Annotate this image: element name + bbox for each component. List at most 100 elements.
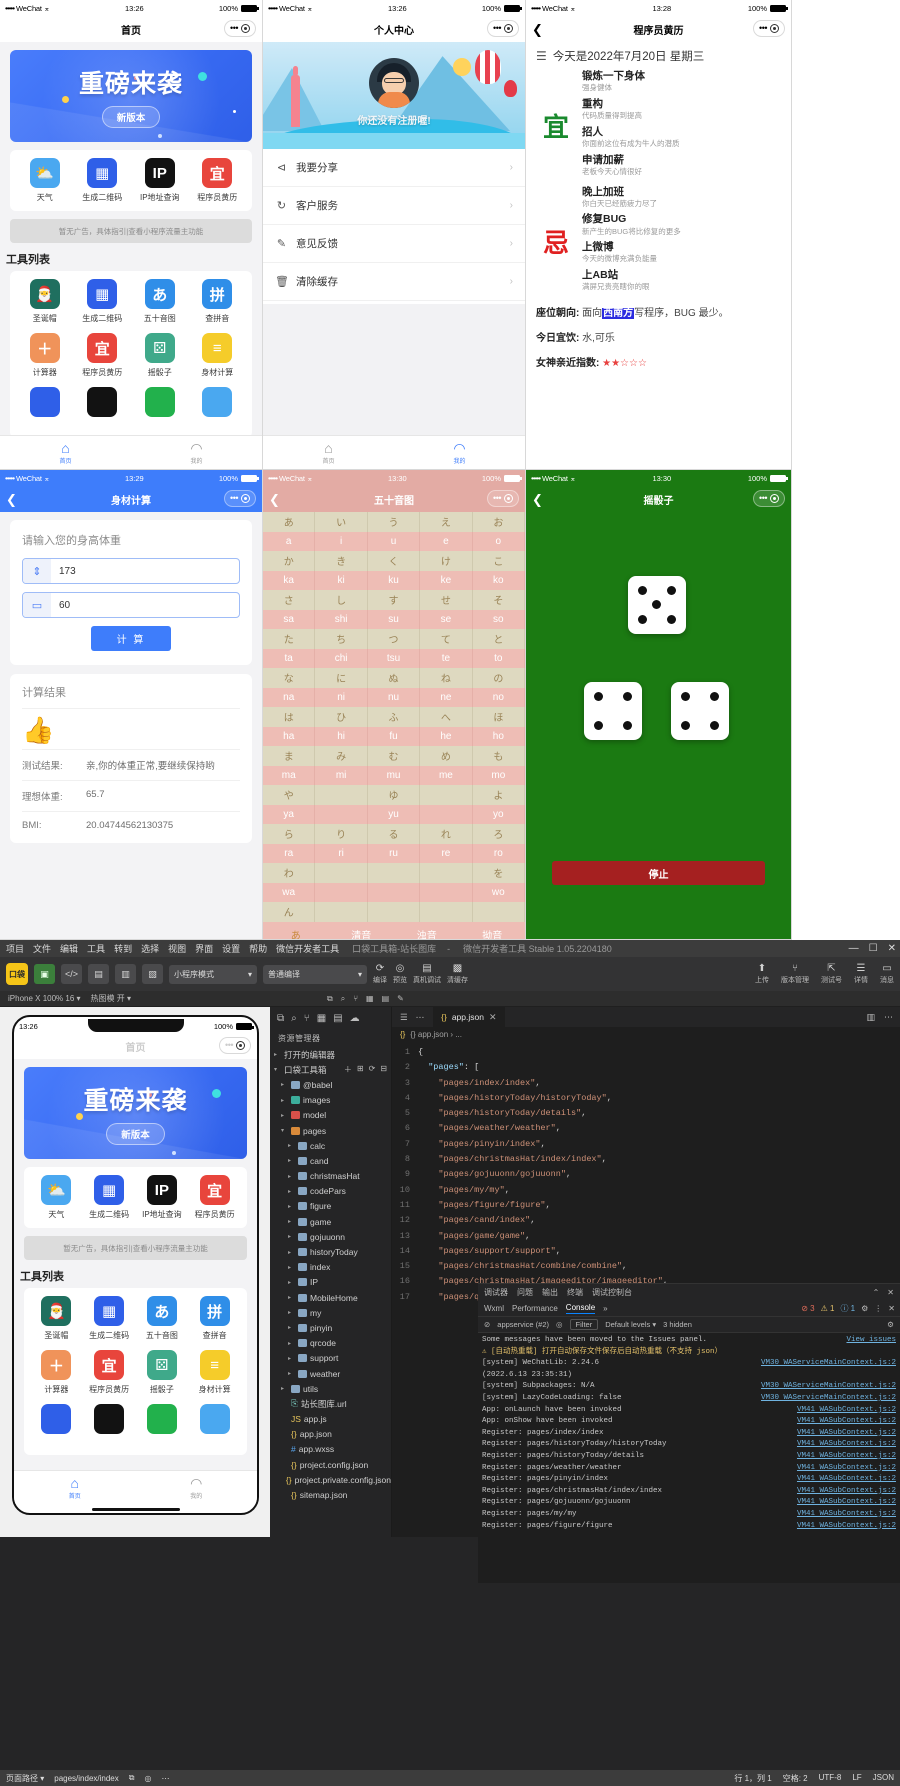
debugger-toggle-button[interactable]: ▤ [88, 964, 109, 984]
kana-cell[interactable]: わ [263, 863, 315, 883]
romaji-cell[interactable]: su [368, 610, 420, 630]
device-select[interactable]: iPhone X 100% 16 ▾ [8, 994, 81, 1003]
kana-cell[interactable]: ち [315, 629, 367, 649]
context-select[interactable]: appservice (#2) [497, 1320, 549, 1329]
romaji-cell[interactable]: ho [473, 727, 525, 747]
layout-icon[interactable]: ▤ [333, 1013, 342, 1024]
console-message[interactable]: Register: pages/my/myVM41 WASubContext.j… [482, 1509, 896, 1521]
chevron-right-icon[interactable]: › [510, 200, 513, 211]
qrcode-icon[interactable]: ▦ [94, 1175, 124, 1205]
kana-cell[interactable]: な [263, 668, 315, 688]
tool-item[interactable] [136, 1404, 189, 1447]
console-message[interactable]: App: onLaunch have been invokedVM41 WASu… [482, 1405, 896, 1417]
tool-item[interactable]: ⛅天气 [16, 158, 74, 203]
console-source-link[interactable]: VM41 WASubContext.js:2 [797, 1474, 896, 1486]
kana-cell[interactable]: り [315, 824, 367, 844]
kana-cell[interactable]: け [420, 551, 472, 571]
code-line[interactable]: "pages/figure/figure", [418, 1198, 900, 1213]
tree-item[interactable]: ▸calc [270, 1138, 391, 1153]
menu-界面[interactable]: 界面 [195, 942, 213, 955]
romaji-cell[interactable]: ro [473, 844, 525, 864]
tree-item[interactable]: {}project.private.config.json [270, 1472, 391, 1487]
tool-item[interactable]: ≡身材计算 [189, 333, 247, 378]
kana-cell[interactable] [368, 863, 420, 883]
santa-hat-icon[interactable]: 🎅 [41, 1296, 71, 1326]
back-button[interactable]: ❮ [269, 493, 280, 506]
kana-cell[interactable]: す [368, 590, 420, 610]
more-tabs-icon[interactable]: » [603, 1304, 607, 1313]
tree-item[interactable]: {}sitemap.json [270, 1487, 391, 1502]
romaji-cell[interactable] [368, 883, 420, 903]
menu-微信开发者工具[interactable]: 微信开发者工具 [276, 942, 339, 955]
menu-item-trash[interactable]: 🗑清除缓存› [263, 263, 525, 301]
console-source-link[interactable]: VM41 WASubContext.js:2 [797, 1486, 896, 1498]
tree-item[interactable]: ▸cand [270, 1153, 391, 1168]
romaji-cell[interactable]: ni [315, 688, 367, 708]
kana-cell[interactable]: む [368, 746, 420, 766]
tool-item[interactable]: 宜程序员黄历 [189, 158, 247, 203]
wechat-capsule-button[interactable]: ••• [487, 490, 519, 507]
status-item[interactable]: 空格: 2 [783, 1773, 808, 1784]
tree-item[interactable]: ▸support [270, 1351, 391, 1366]
kana-cell[interactable]: き [315, 551, 367, 571]
weight-field[interactable]: ▭ 60 [22, 592, 240, 618]
console-source-link[interactable]: VM41 WASubContext.js:2 [797, 1463, 896, 1475]
breadcrumb[interactable]: {}{} app.json › ... [392, 1027, 900, 1042]
code-line[interactable]: "pages/support/support", [418, 1244, 900, 1259]
chevron-right-icon[interactable]: ▸ [288, 1355, 295, 1362]
romaji-cell[interactable]: wa [263, 883, 315, 903]
console-source-link[interactable]: VM30 WAServiceMainContext.js:2 [761, 1393, 896, 1405]
tool-item[interactable]: 🎅圣诞帽 [30, 1296, 83, 1341]
close-icon[interactable]: ✕ [489, 1012, 497, 1023]
wechat-capsule-button[interactable]: ••• [224, 490, 256, 507]
chevron-right-icon[interactable]: ▸ [288, 1157, 295, 1164]
romaji-cell[interactable]: n [263, 922, 315, 923]
menu-设置[interactable]: 设置 [222, 942, 240, 955]
tree-item[interactable]: ▸IP [270, 1275, 391, 1290]
tree-item[interactable]: ▸weather [270, 1366, 391, 1381]
console-source-link[interactable]: VM41 WASubContext.js:2 [797, 1439, 896, 1451]
split-icon[interactable]: ▤ [382, 994, 390, 1004]
file-tree[interactable]: ▸打开的编辑器 ▾口袋工具箱 ＋⊞⟳⊟ ▸@babel▸images▸model… [270, 1047, 391, 1503]
panel-menu-icon[interactable]: ⋮ [874, 1304, 882, 1313]
green-icon[interactable] [147, 1404, 177, 1434]
romaji-cell[interactable]: na [263, 688, 315, 708]
weight-value[interactable]: 60 [51, 600, 70, 611]
calendar-icon[interactable]: 宜 [202, 158, 232, 188]
dark-icon[interactable] [94, 1404, 124, 1434]
romaji-cell[interactable]: tsu [368, 649, 420, 669]
tool-item[interactable]: 宜程序员黄历 [74, 333, 132, 378]
kana-cell[interactable]: め [420, 746, 472, 766]
code-line[interactable]: "pages/christmasHat/combine/combine", [418, 1259, 900, 1274]
kana-cell[interactable]: ゆ [368, 785, 420, 805]
tool-item[interactable]: ▦生成二维码 [83, 1296, 136, 1341]
romaji-cell[interactable] [368, 922, 420, 923]
romaji-cell[interactable]: chi [315, 649, 367, 669]
chevron-right-icon[interactable]: ▸ [288, 1370, 295, 1377]
source-control-icon[interactable]: ⑂ [304, 1013, 310, 1024]
console-filter-bar[interactable]: ⊘ appservice (#2) ◎ Filter Default level… [478, 1317, 900, 1333]
romaji-cell[interactable]: ri [315, 844, 367, 864]
sub-tool-bar[interactable]: iPhone X 100% 16 ▾ 热图模 开 ▾ ⧉ ⌕ ⑂ ▦ ▤ ✎ [0, 991, 900, 1007]
promo-banner[interactable]: 重磅来袭 新版本 [10, 50, 252, 142]
console-settings-icon[interactable]: ⚙ [887, 1320, 894, 1329]
qrcode-icon[interactable]: ▦ [87, 279, 117, 309]
tree-item[interactable]: ▸gojuuonn [270, 1229, 391, 1244]
editor-tab-app-json[interactable]: {}app.json✕ [433, 1007, 505, 1027]
romaji-cell[interactable]: no [473, 688, 525, 708]
weather-icon[interactable]: ⛅ [41, 1175, 71, 1205]
chevron-right-icon[interactable]: ▸ [288, 1294, 295, 1301]
panel-tabs[interactable]: 调试器问题输出终端调试控制台 ⌃✕ [478, 1284, 900, 1300]
tool-item[interactable]: 🎅圣诞帽 [16, 279, 74, 324]
visualization-toggle-button[interactable]: ▥ [115, 964, 136, 984]
chevron-right-icon[interactable]: ▸ [288, 1264, 295, 1271]
chevron-right-icon[interactable]: ▸ [274, 1051, 281, 1058]
console-tabs[interactable]: Wxml Performance Console » ⊘ 3 ⚠ 1 ⓘ 1 ⚙… [478, 1300, 900, 1317]
simulator-toggle-button[interactable]: ▣ [34, 964, 55, 984]
tree-item[interactable]: ▸@babel [270, 1077, 391, 1092]
tree-item[interactable]: ▸historyToday [270, 1244, 391, 1259]
editor-tab-icons[interactable]: ☰⋯ [392, 1007, 433, 1027]
santa-hat-icon[interactable]: 🎅 [30, 279, 60, 309]
chevron-right-icon[interactable]: › [510, 276, 513, 287]
status-right-items[interactable]: 行 1，列 1空格: 2UTF-8LFJSON [734, 1773, 894, 1784]
